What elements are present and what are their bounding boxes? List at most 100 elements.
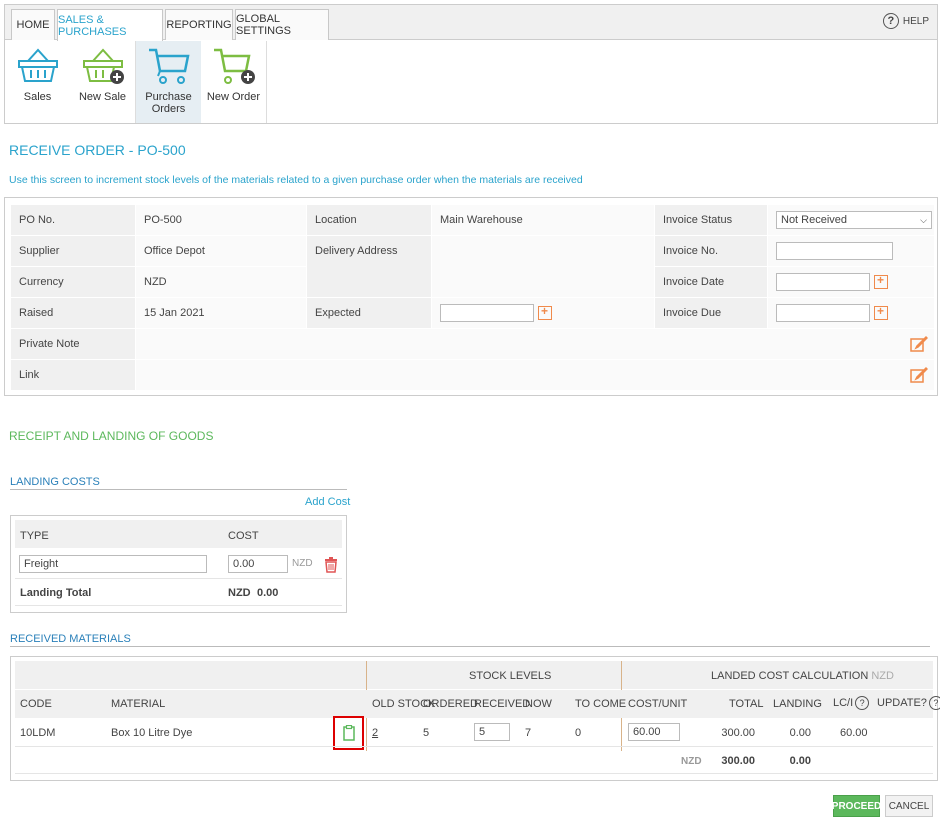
col-to-come: TO COME bbox=[575, 698, 627, 710]
invoice-due-label: Invoice Due bbox=[655, 298, 767, 328]
calendar-icon[interactable] bbox=[874, 304, 888, 320]
invoice-status-value: Not Received bbox=[781, 214, 848, 226]
landed-cost-label: LANDED COST CALCULATION bbox=[711, 670, 869, 682]
row-ordered: 5 bbox=[423, 727, 430, 739]
cart-icon bbox=[148, 48, 190, 84]
invoice-due-input[interactable] bbox=[776, 304, 870, 322]
invoice-date-input[interactable] bbox=[776, 273, 870, 291]
col-lci: LC/I ? bbox=[833, 696, 870, 710]
landing-total-currency: NZD bbox=[228, 587, 251, 599]
col-update-label: UPDATE? bbox=[877, 697, 927, 709]
invoice-date-label: Invoice Date bbox=[655, 267, 767, 297]
sales-button[interactable]: Sales bbox=[5, 41, 70, 123]
landing-currency: NZD bbox=[292, 558, 313, 569]
landed-cost-currency: NZD bbox=[871, 670, 894, 682]
row-lci: 60.00 bbox=[840, 727, 868, 739]
tab-global-settings[interactable]: GLOBAL SETTINGS bbox=[235, 9, 329, 40]
row-landing: 0.00 bbox=[789, 727, 811, 739]
received-input[interactable]: 5 bbox=[474, 723, 510, 741]
landing-total-label: Landing Total bbox=[20, 587, 92, 599]
link-label: Link bbox=[11, 360, 135, 390]
footer-currency: NZD bbox=[681, 756, 702, 767]
landing-costs-table: TYPE COST Freight 0.00 NZD Landing Total… bbox=[10, 515, 347, 613]
tab-reporting[interactable]: REPORTING bbox=[165, 9, 233, 40]
expected-label: Expected bbox=[307, 298, 431, 328]
proceed-button[interactable]: PROCEED bbox=[832, 795, 881, 817]
landing-cost-input[interactable]: 0.00 bbox=[228, 555, 288, 573]
row-now: 7 bbox=[525, 727, 532, 739]
sales-label: Sales bbox=[23, 91, 52, 103]
invoice-status-select[interactable]: Not Received ⌵ bbox=[776, 211, 932, 229]
page-subtitle: Use this screen to increment stock level… bbox=[9, 174, 583, 186]
footer-landing: 0.00 bbox=[789, 755, 811, 767]
add-cost-link[interactable]: Add Cost bbox=[305, 496, 350, 508]
help-icon[interactable]: ? bbox=[855, 696, 870, 710]
calendar-icon[interactable] bbox=[874, 273, 888, 289]
po-value: PO-500 bbox=[136, 205, 306, 235]
currency-label: Currency bbox=[11, 267, 135, 297]
col-cost: COST bbox=[228, 530, 259, 542]
delivery-address-value bbox=[432, 236, 654, 297]
col-ordered: ORDERED bbox=[423, 698, 479, 710]
landing-total-value: 0.00 bbox=[257, 587, 279, 599]
footer-total: 300.00 bbox=[721, 755, 755, 767]
stock-levels-group: STOCK LEVELS bbox=[469, 670, 552, 682]
landed-cost-group: LANDED COST CALCULATION NZD bbox=[711, 670, 894, 682]
help-icon: ? bbox=[882, 13, 899, 29]
help-label: HELP bbox=[902, 15, 929, 27]
po-label: PO No. bbox=[11, 205, 135, 235]
delivery-address-label: Delivery Address bbox=[307, 236, 431, 297]
currency-value: NZD bbox=[136, 267, 306, 297]
tab-bar: HOME SALES & PURCHASES REPORTING GLOBAL … bbox=[5, 5, 937, 41]
cart-add-icon bbox=[213, 48, 255, 84]
row-material: Box 10 Litre Dye bbox=[111, 727, 193, 739]
receipt-section-title: RECEIPT AND LANDING OF GOODS bbox=[9, 429, 214, 443]
help-button[interactable]: ? HELP bbox=[882, 13, 929, 29]
landing-type-input[interactable]: Freight bbox=[19, 555, 207, 573]
raised-value: 15 Jan 2021 bbox=[136, 298, 306, 328]
col-type: TYPE bbox=[20, 530, 49, 542]
edit-icon[interactable] bbox=[910, 366, 928, 384]
cancel-button[interactable]: CANCEL bbox=[885, 795, 933, 817]
expected-date-input[interactable] bbox=[440, 304, 534, 322]
col-total: TOTAL bbox=[729, 698, 764, 710]
purchase-orders-button[interactable]: Purchase Orders bbox=[136, 41, 201, 123]
clipboard-button[interactable] bbox=[333, 716, 364, 750]
invoice-no-label: Invoice No. bbox=[655, 236, 767, 266]
ribbon-toolbar: Sales New Sale Purchase Orders New Order bbox=[5, 41, 267, 123]
clipboard-icon bbox=[342, 725, 355, 741]
row-total: 300.00 bbox=[721, 727, 755, 739]
private-note-label: Private Note bbox=[11, 329, 135, 359]
location-value: Main Warehouse bbox=[432, 205, 654, 235]
received-materials-table: STOCK LEVELS LANDED COST CALCULATION NZD… bbox=[10, 656, 940, 781]
supplier-label: Supplier bbox=[11, 236, 135, 266]
raised-label: Raised bbox=[11, 298, 135, 328]
invoice-no-input[interactable] bbox=[776, 242, 893, 260]
landing-costs-title: LANDING COSTS bbox=[10, 476, 100, 488]
cost-unit-input[interactable]: 60.00 bbox=[628, 723, 680, 741]
location-label: Location bbox=[307, 205, 431, 235]
new-order-label: New Order bbox=[206, 91, 261, 103]
col-landing: LANDING bbox=[773, 698, 822, 710]
col-lci-label: LC/I bbox=[833, 697, 854, 709]
edit-icon[interactable] bbox=[910, 335, 928, 353]
help-icon[interactable]: ? bbox=[928, 696, 940, 710]
received-materials-title: RECEIVED MATERIALS bbox=[10, 633, 131, 645]
new-order-button[interactable]: New Order bbox=[201, 41, 266, 123]
row-old-stock[interactable]: 2 bbox=[372, 727, 378, 739]
row-code: 10LDM bbox=[20, 727, 56, 739]
tab-home[interactable]: HOME bbox=[11, 9, 55, 40]
col-cost-unit: COST/UNIT bbox=[628, 698, 688, 710]
col-code: CODE bbox=[20, 698, 52, 710]
chevron-down-icon: ⌵ bbox=[920, 214, 927, 225]
row-to-come: 0 bbox=[575, 727, 582, 739]
col-update: UPDATE? ? bbox=[877, 696, 940, 710]
trash-icon[interactable] bbox=[324, 557, 338, 573]
new-sale-button[interactable]: New Sale bbox=[70, 41, 135, 123]
supplier-value: Office Depot bbox=[136, 236, 306, 266]
calendar-icon[interactable] bbox=[538, 304, 552, 320]
tab-sales-purchases[interactable]: SALES & PURCHASES bbox=[57, 9, 163, 41]
new-sale-label: New Sale bbox=[78, 91, 127, 103]
basket-add-icon bbox=[82, 48, 124, 84]
top-navigation: HOME SALES & PURCHASES REPORTING GLOBAL … bbox=[4, 4, 938, 124]
